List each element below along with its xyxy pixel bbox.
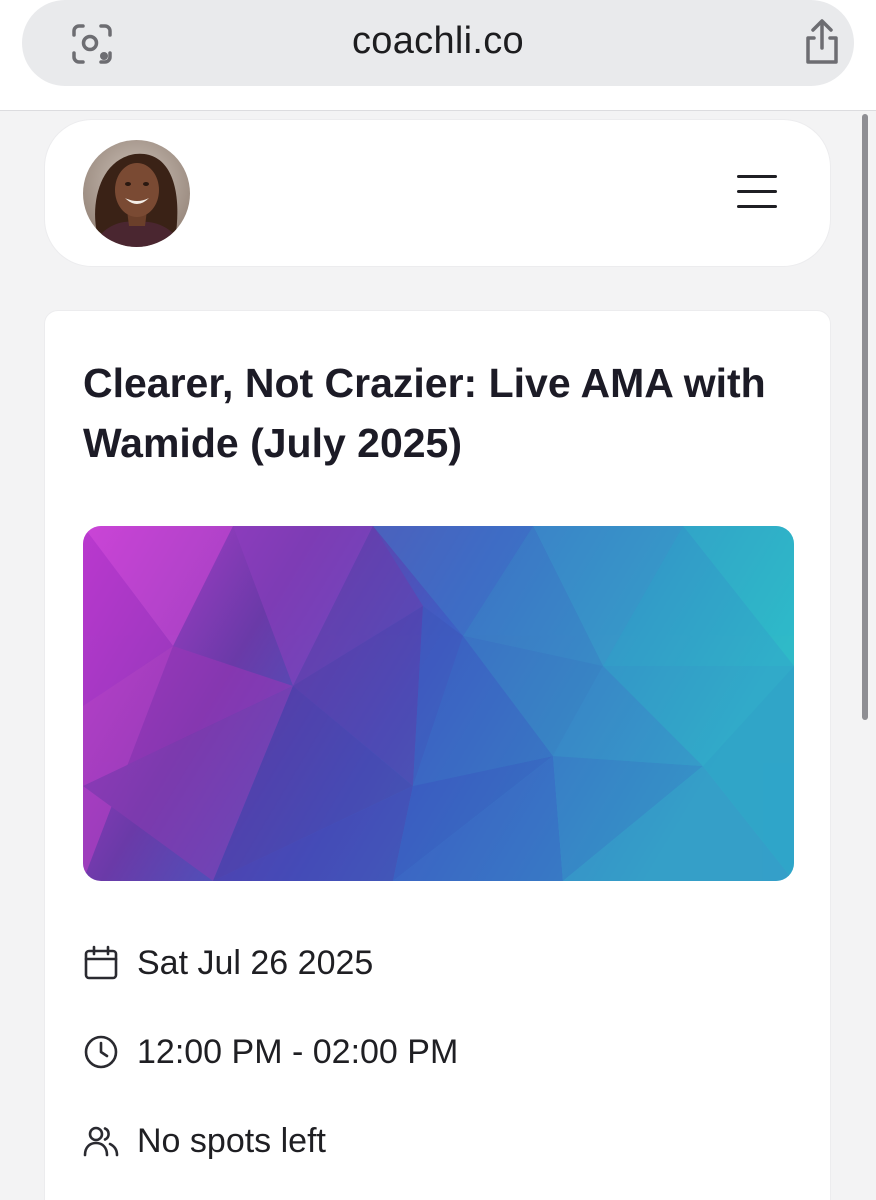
share-icon[interactable]: [800, 18, 844, 66]
site-header: [44, 119, 831, 267]
avatar[interactable]: [83, 140, 190, 247]
event-cover-image: [83, 526, 794, 881]
url-text[interactable]: coachli.co: [22, 20, 854, 63]
browser-toolbar: coachli.co: [0, 0, 876, 111]
event-time: 12:00 PM - 02:00 PM: [137, 1033, 459, 1071]
scrollbar[interactable]: [862, 114, 868, 720]
event-availability: No spots left: [137, 1122, 326, 1160]
menu-line: [737, 205, 777, 208]
menu-line: [737, 175, 777, 178]
hamburger-menu-icon[interactable]: [735, 172, 781, 212]
calendar-icon: [84, 945, 118, 980]
page: coachli.co Clearer, Not Crazier: Live AM…: [0, 0, 876, 1200]
address-bar[interactable]: coachli.co: [22, 0, 854, 86]
low-poly-gradient-image: [83, 526, 794, 881]
users-icon: [83, 1126, 119, 1157]
event-title: Clearer, Not Crazier: Live AMA with Wami…: [83, 360, 766, 466]
avatar-image: [83, 140, 190, 247]
menu-line: [737, 190, 777, 193]
event-card: Clearer, Not Crazier: Live AMA with Wami…: [44, 310, 831, 1200]
event-date: Sat Jul 26 2025: [137, 944, 374, 982]
clock-icon: [84, 1035, 118, 1069]
